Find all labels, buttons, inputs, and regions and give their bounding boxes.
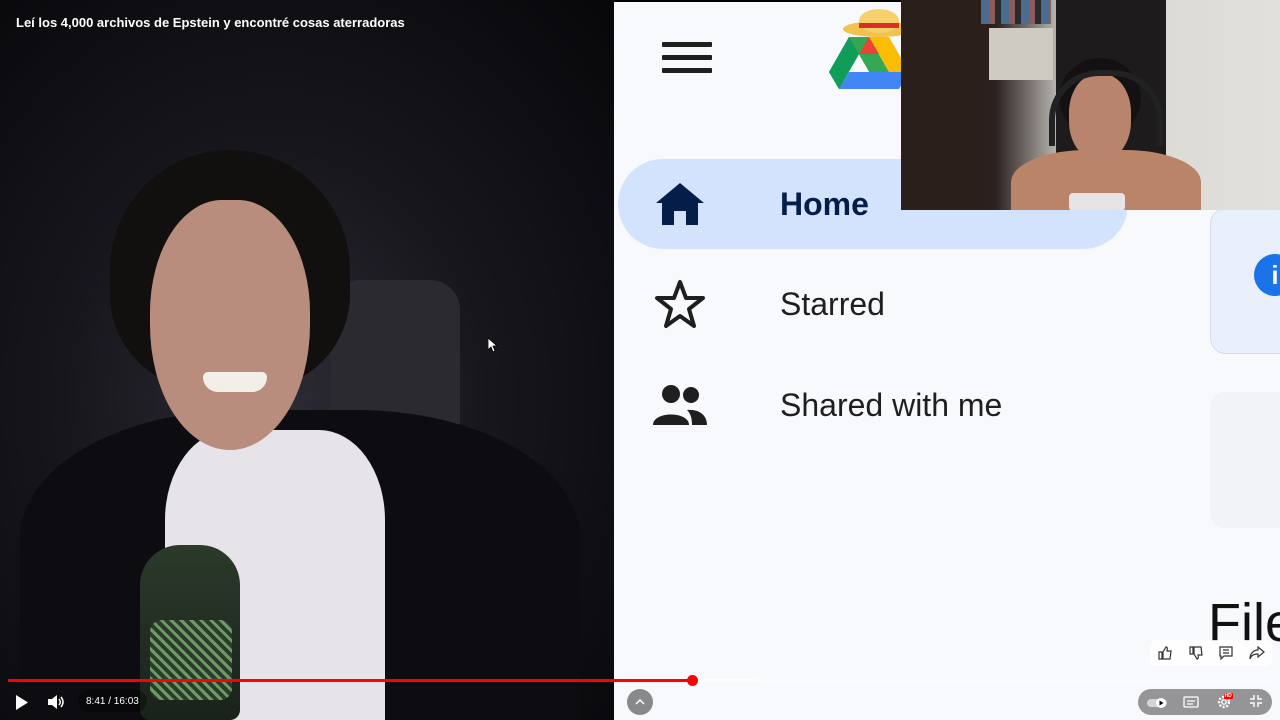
dislike-button[interactable] xyxy=(1184,643,1208,663)
nav-item-shared-with-me[interactable]: Shared with me xyxy=(618,360,1128,450)
suggested-card xyxy=(1210,392,1280,528)
share-icon xyxy=(1249,646,1265,660)
door xyxy=(901,0,991,210)
microphone xyxy=(1069,193,1125,210)
volume-icon xyxy=(48,695,64,709)
smile xyxy=(203,372,267,392)
mouse-cursor-icon xyxy=(487,337,499,357)
nav-item-label: Home xyxy=(780,185,869,222)
share-button[interactable] xyxy=(1245,643,1269,663)
face xyxy=(150,200,310,450)
time-display: 8:41 / 16:03 xyxy=(78,690,147,712)
streamer-webcam-left xyxy=(0,0,614,720)
nav-item-label: Starred xyxy=(780,285,885,322)
settings-button[interactable]: HD xyxy=(1216,693,1234,710)
home-icon xyxy=(650,174,710,234)
nav-item-label: Shared with me xyxy=(780,386,1003,423)
play-button[interactable] xyxy=(12,692,32,712)
autoplay-toggle[interactable] xyxy=(1146,696,1168,708)
people-icon xyxy=(650,375,710,435)
played-bar xyxy=(8,679,692,682)
comments-button[interactable] xyxy=(1214,643,1238,663)
thumbs-down-icon xyxy=(1189,646,1203,660)
like-button[interactable] xyxy=(1153,643,1177,663)
microphone-grill xyxy=(150,620,232,700)
video-title[interactable]: Leí los 4,000 archivos de Epstein y enco… xyxy=(16,15,405,30)
star-icon xyxy=(650,274,710,334)
right-controls: HD xyxy=(1138,689,1272,715)
streamer-webcam-right xyxy=(901,0,1280,210)
progress-bar[interactable] xyxy=(8,675,1272,686)
hamburger-menu-icon xyxy=(662,42,712,76)
more-videos-button[interactable] xyxy=(627,689,653,715)
volume-button[interactable] xyxy=(46,692,66,712)
captions-icon xyxy=(1182,696,1199,708)
hd-badge: HD xyxy=(1223,693,1233,699)
captions-button[interactable] xyxy=(1182,695,1201,709)
comment-icon xyxy=(1219,646,1233,660)
autoplay-toggle-icon xyxy=(1146,698,1167,708)
scrubber-handle[interactable] xyxy=(686,675,698,686)
nav-item-starred[interactable]: Starred xyxy=(618,259,1128,349)
wall-poster xyxy=(989,28,1053,80)
chevron-up-icon xyxy=(635,699,645,705)
engagement-bar xyxy=(1150,640,1272,666)
headset xyxy=(1049,70,1163,146)
shelf xyxy=(981,0,1051,24)
play-icon xyxy=(16,694,28,710)
video-player[interactable]: Leí los 4,000 archivos de Epstein y enco… xyxy=(0,0,1280,720)
exit-fullscreen-icon xyxy=(1249,695,1262,707)
exit-fullscreen-button[interactable] xyxy=(1249,694,1265,710)
thumbs-up-icon xyxy=(1158,646,1172,660)
